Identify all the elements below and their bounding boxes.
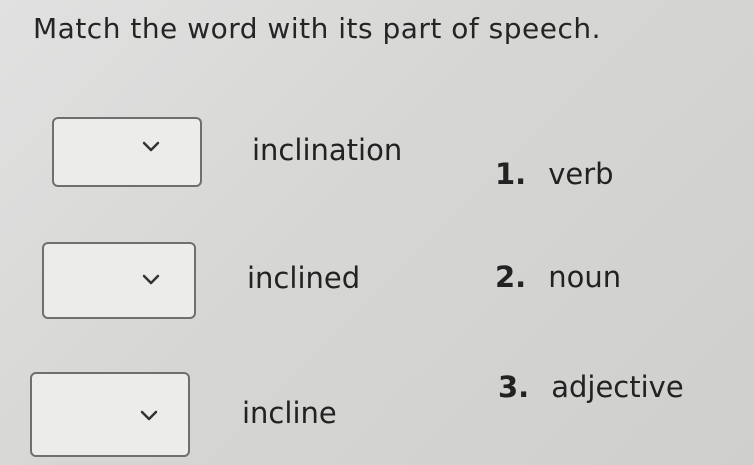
- chevron-down-icon: [140, 410, 158, 421]
- option-number: 3.: [498, 370, 530, 404]
- chevron-down-icon: [142, 274, 160, 285]
- option-item: 3. adjective: [498, 370, 684, 404]
- dropdown-select-3[interactable]: [30, 372, 190, 457]
- option-number: 2.: [495, 260, 527, 294]
- word-label: inclination: [252, 133, 403, 167]
- option-label: verb: [548, 157, 614, 191]
- chevron-down-icon: [142, 141, 160, 152]
- question-title: Match the word with its part of speech.: [33, 12, 602, 45]
- option-label: noun: [548, 260, 622, 294]
- option-number: 1.: [495, 157, 527, 191]
- option-item: 2. noun: [495, 260, 621, 294]
- option-label: adjective: [551, 370, 684, 404]
- option-item: 1. verb: [495, 157, 614, 191]
- word-label: inclined: [247, 261, 361, 295]
- dropdown-select-1[interactable]: [52, 117, 202, 187]
- word-label: incline: [242, 396, 337, 430]
- dropdown-select-2[interactable]: [42, 242, 196, 319]
